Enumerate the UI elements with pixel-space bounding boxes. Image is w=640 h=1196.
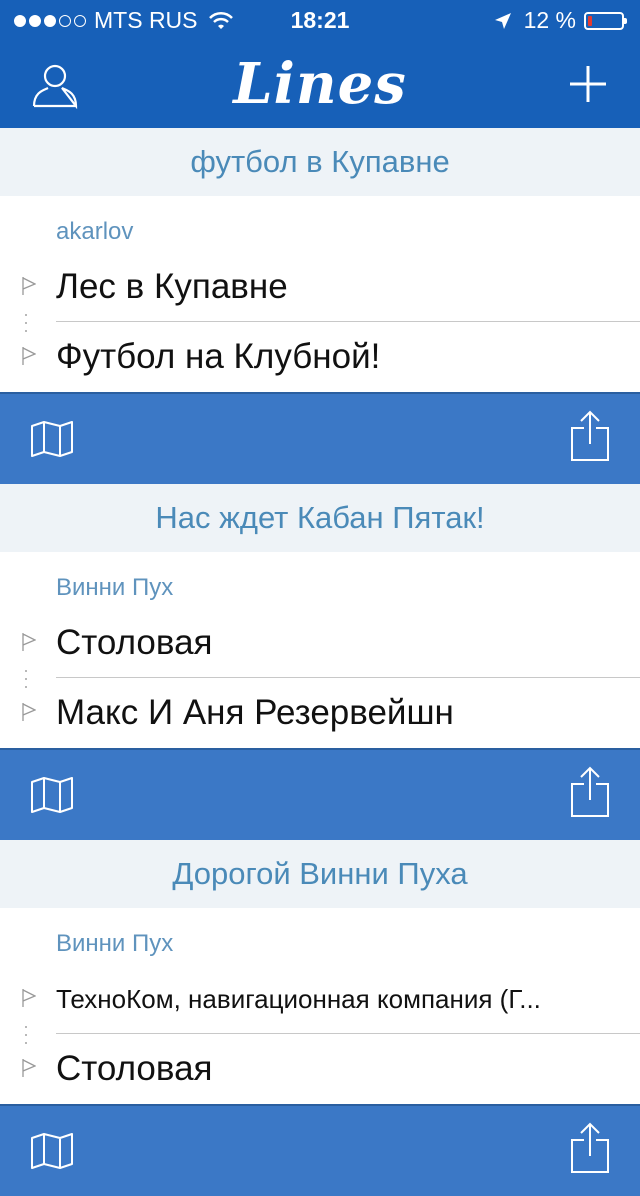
battery-percent: 12 % (523, 7, 576, 33)
route-point-label: Столовая (56, 1049, 213, 1088)
route-card[interactable]: футбол в Купавне akarlov Лес в Купавне Ф… (0, 128, 640, 484)
map-icon[interactable] (30, 420, 74, 458)
battery-level (588, 15, 592, 26)
map-icon[interactable] (30, 1132, 74, 1170)
location-arrow-icon (494, 12, 511, 29)
add-icon[interactable] (566, 62, 610, 106)
route-point-label: Столовая (56, 623, 213, 662)
route-point-label: Лес в Купавне (56, 267, 288, 306)
route-point-label: Макс И Аня Резервейшн (56, 693, 454, 732)
route-author: Винни Пух (56, 930, 174, 957)
route-card[interactable]: Нас ждет Кабан Пятак! Винни Пух Столовая… (0, 484, 640, 840)
route-action-bar (0, 392, 640, 484)
share-icon[interactable] (570, 410, 610, 462)
flag-icon (22, 633, 36, 651)
app-logo-title: Lines (233, 51, 407, 117)
flag-icon (22, 347, 36, 365)
route-title[interactable]: Нас ждет Кабан Пятак! (0, 484, 640, 552)
route-point-label: ТехноКом, навигационная компания (Г... (56, 983, 541, 1014)
route-point[interactable]: ТехноКом, навигационная компания (Г... (0, 964, 640, 1034)
status-right: 12 % (494, 7, 627, 34)
flag-icon (22, 989, 36, 1007)
route-point-label: Футбол на Клубной! (56, 337, 381, 376)
route-feed: футбол в Купавне akarlov Лес в Купавне Ф… (0, 128, 640, 1196)
nav-bar: Lines (0, 40, 640, 128)
route-author: akarlov (56, 218, 134, 245)
status-bar: MTS RUS 18:21 12 % (0, 0, 640, 40)
route-point[interactable]: Лес в Купавне (0, 252, 640, 322)
share-icon[interactable] (570, 1122, 610, 1174)
flag-icon (22, 1059, 36, 1077)
route-point[interactable]: Столовая (0, 1034, 640, 1104)
route-point[interactable]: Макс И Аня Резервейшн (0, 678, 640, 748)
battery-icon (584, 11, 627, 30)
flag-icon (22, 703, 36, 721)
route-body: akarlov Лес в Купавне Футбол на Клубной! (0, 196, 640, 392)
route-action-bar (0, 1104, 640, 1196)
route-author: Винни Пух (56, 574, 174, 601)
flag-icon (22, 277, 36, 295)
route-title[interactable]: Дорогой Винни Пуха (0, 840, 640, 908)
route-point[interactable]: Столовая (0, 608, 640, 678)
route-title[interactable]: футбол в Купавне (0, 128, 640, 196)
route-point[interactable]: Футбол на Клубной! (0, 322, 640, 392)
route-body: Винни Пух Столовая Макс И Аня Резервейшн (0, 552, 640, 748)
route-body: Винни Пух ТехноКом, навигационная компан… (0, 908, 640, 1104)
map-icon[interactable] (30, 776, 74, 814)
route-action-bar (0, 748, 640, 840)
route-card[interactable]: Дорогой Винни Пуха Винни Пух ТехноКом, н… (0, 840, 640, 1196)
share-icon[interactable] (570, 766, 610, 818)
